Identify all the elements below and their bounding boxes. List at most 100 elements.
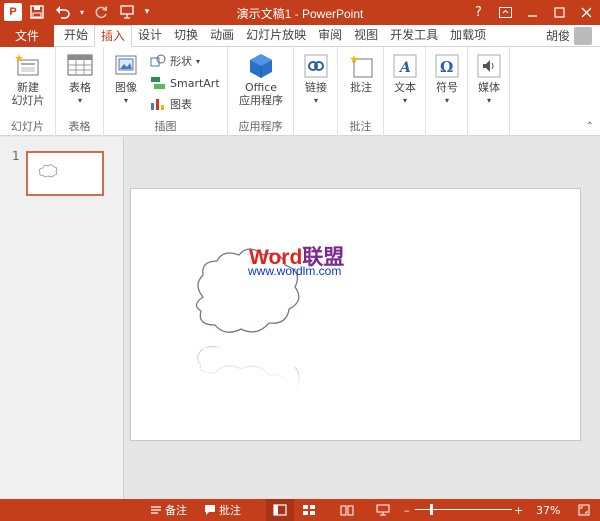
reading-view-icon <box>340 505 354 516</box>
comment-button[interactable]: 批注 <box>342 51 380 94</box>
status-bar: 备注 批注 – + 37% <box>0 499 600 521</box>
notes-button[interactable]: 备注 <box>150 499 187 521</box>
group-apps: Office 应用程序 应用程序 <box>228 47 294 136</box>
table-dropdown-icon: ▾ <box>77 96 82 105</box>
links-label: 链接 <box>305 81 327 94</box>
image-dropdown-icon: ▾ <box>123 96 128 105</box>
smartart-button[interactable]: SmartArt <box>150 74 220 92</box>
media-button[interactable]: 媒体 ▾ <box>471 51 507 107</box>
table-label: 表格 <box>69 81 91 94</box>
watermark-url: www.wordlm.com <box>248 264 342 278</box>
chart-button[interactable]: 图表 <box>150 95 192 113</box>
group-symbols: Ω 符号 ▾ <box>426 47 468 136</box>
fit-to-window-icon <box>578 504 590 516</box>
tab-developer[interactable]: 开发工具 <box>384 25 444 47</box>
tab-home[interactable]: 开始 <box>58 25 94 47</box>
links-button[interactable]: 链接 ▾ <box>298 51 334 107</box>
slide-thumbnail-panel: 1 <box>0 137 124 499</box>
group-media: 媒体 ▾ <box>468 47 510 136</box>
zoom-slider-thumb[interactable] <box>430 504 433 515</box>
tab-view[interactable]: 视图 <box>348 25 384 47</box>
group-slides: 新建 幻灯片 幻灯片 <box>0 47 56 136</box>
comments-label: 批注 <box>219 504 241 517</box>
text-button[interactable]: A 文本 ▾ <box>387 51 423 107</box>
media-label: 媒体 <box>478 81 500 94</box>
slide-canvas[interactable]: Word联盟 www.wordlm.com <box>130 188 581 441</box>
links-dropdown-icon: ▾ <box>313 96 318 105</box>
shapes-icon <box>150 54 166 67</box>
smartart-icon <box>151 77 165 89</box>
ribbon-display-options-icon[interactable] <box>492 0 519 25</box>
new-slide-label: 新建 幻灯片 <box>11 81 45 107</box>
cloud-shape[interactable] <box>131 189 582 442</box>
group-slides-label: 幻灯片 <box>11 120 44 133</box>
group-tables: 表格 ▾ 表格 <box>56 47 104 136</box>
office-store-icon <box>250 54 272 78</box>
zoom-in-button[interactable]: + <box>514 499 523 521</box>
shapes-label: 形状 <box>170 55 192 68</box>
group-text: A 文本 ▾ <box>384 47 426 136</box>
image-label: 图像 <box>115 81 137 94</box>
tab-transitions[interactable]: 切换 <box>168 25 204 47</box>
group-comments: 批注 批注 <box>338 47 384 136</box>
collapse-ribbon-icon[interactable]: ⌃ <box>586 121 594 132</box>
reading-view-button[interactable] <box>340 499 354 521</box>
tab-file[interactable]: 文件 <box>0 25 54 47</box>
slide-sorter-view-button[interactable] <box>302 499 316 521</box>
title-bar: P ▾ ▾ 演示文稿1 - PowerPoint ? <box>0 0 600 25</box>
notes-icon <box>151 506 161 514</box>
user-account[interactable]: 胡俊 <box>546 25 592 47</box>
shapes-button[interactable]: 形状 ▾ <box>150 52 200 70</box>
image-button[interactable]: 图像 ▾ <box>108 51 144 107</box>
symbol-button[interactable]: Ω 符号 ▾ <box>429 51 465 107</box>
tab-insert[interactable]: 插入 <box>94 25 133 47</box>
help-button[interactable]: ? <box>465 0 492 25</box>
chart-icon <box>151 99 164 110</box>
ribbon-tabs: 开始 插入 设计 切换 动画 幻灯片放映 审阅 视图 开发工具 加载项 <box>58 25 492 47</box>
svg-text:A: A <box>398 60 411 76</box>
slide-thumbnail[interactable] <box>26 151 104 196</box>
smartart-label: SmartArt <box>170 76 220 90</box>
group-apps-label: 应用程序 <box>238 120 283 133</box>
symbol-label: 符号 <box>436 81 458 94</box>
ribbon-tab-row: 文件 开始 插入 设计 切换 动画 幻灯片放映 审阅 视图 开发工具 加载项 胡… <box>0 25 600 47</box>
comment-icon <box>350 55 373 78</box>
comments-button[interactable]: 批注 <box>204 499 241 521</box>
avatar <box>574 27 592 45</box>
table-button[interactable]: 表格 ▾ <box>60 51 100 107</box>
zoom-level[interactable]: 37% <box>536 499 560 521</box>
group-illustrations: 图像 ▾ 形状 ▾ SmartArt 图表 插图 <box>104 47 228 136</box>
slide-sorter-icon <box>303 505 315 515</box>
fit-slide-button[interactable] <box>578 499 590 521</box>
group-tables-label: 表格 <box>68 120 91 133</box>
tab-addins[interactable]: 加载项 <box>444 25 492 47</box>
slide-editor: Word联盟 www.wordlm.com <box>125 137 600 499</box>
office-apps-label: Office 应用程序 <box>239 81 283 107</box>
new-slide-button[interactable]: 新建 幻灯片 <box>6 51 50 107</box>
group-illustrations-label: 插图 <box>154 120 177 133</box>
minimize-icon[interactable] <box>519 0 546 25</box>
normal-view-button[interactable] <box>266 499 294 521</box>
window-controls: ? <box>465 0 600 25</box>
normal-view-icon <box>273 504 287 516</box>
slide-number: 1 <box>12 149 20 163</box>
tab-design[interactable]: 设计 <box>132 25 168 47</box>
image-icon <box>115 55 137 75</box>
link-icon <box>304 54 328 78</box>
omega-icon: Ω <box>435 54 459 78</box>
media-dropdown-icon: ▾ <box>486 96 491 105</box>
comments-icon <box>205 505 215 515</box>
tab-review[interactable]: 审阅 <box>312 25 348 47</box>
slideshow-view-button[interactable] <box>376 499 390 521</box>
tab-animations[interactable]: 动画 <box>204 25 240 47</box>
svg-text:Ω: Ω <box>440 58 453 76</box>
shapes-dropdown-icon: ▾ <box>196 56 201 66</box>
maximize-icon[interactable] <box>546 0 573 25</box>
group-links: 链接 ▾ <box>294 47 338 136</box>
tab-slideshow[interactable]: 幻灯片放映 <box>240 25 312 47</box>
close-icon[interactable] <box>573 0 600 25</box>
text-icon: A <box>393 54 417 78</box>
zoom-out-button[interactable]: – <box>404 499 410 521</box>
new-slide-icon <box>15 54 39 76</box>
office-apps-button[interactable]: Office 应用程序 <box>232 51 290 107</box>
